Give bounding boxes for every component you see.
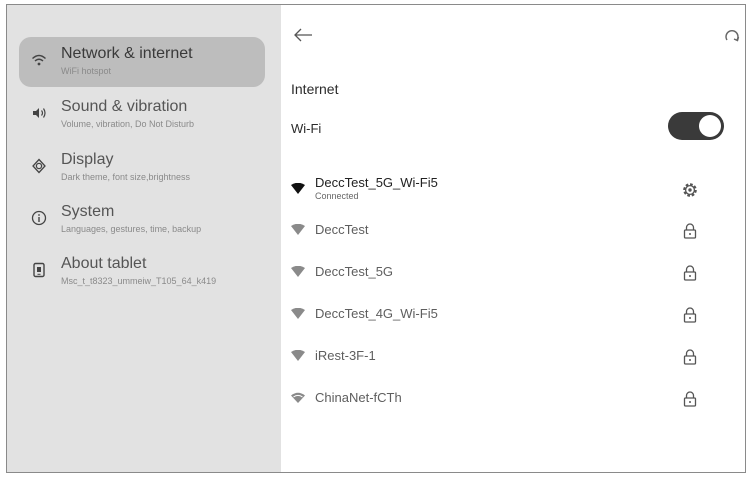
page-title: Internet bbox=[291, 81, 339, 97]
network-name: DeccTest bbox=[315, 222, 369, 237]
internet-panel: Internet Wi-Fi DeccTest_5G_Wi-Fi5 Connec… bbox=[281, 5, 745, 472]
sidebar-item-title: About tablet bbox=[61, 255, 147, 272]
network-row[interactable]: DeccTest_5G bbox=[291, 258, 731, 288]
network-row[interactable]: DeccTest bbox=[291, 216, 731, 246]
refresh-icon[interactable] bbox=[723, 27, 741, 45]
lock-icon bbox=[681, 306, 699, 324]
wifi-toggle[interactable] bbox=[668, 112, 724, 140]
network-name: DeccTest_5G bbox=[315, 264, 394, 279]
sidebar-item-sound[interactable]: Sound & vibration Volume, vibration, Do … bbox=[19, 90, 265, 140]
sidebar-item-subtitle: Dark theme, font size,brightness bbox=[61, 172, 191, 182]
lock-icon bbox=[681, 348, 699, 366]
network-name: ChinaNet-fCTh bbox=[315, 390, 402, 405]
volume-icon bbox=[31, 105, 47, 121]
sidebar-item-network[interactable]: Network & internet WiFi hotspot bbox=[19, 37, 265, 87]
wifi-signal-icon bbox=[291, 266, 305, 278]
sidebar-item-about[interactable]: About tablet Msc_t_t8323_ummeiw_T105_64_… bbox=[19, 247, 265, 297]
sidebar-item-title: Display bbox=[61, 151, 114, 168]
lock-icon bbox=[681, 222, 699, 240]
display-icon bbox=[31, 158, 47, 174]
lock-icon bbox=[681, 264, 699, 282]
wifi-signal-icon bbox=[291, 392, 305, 404]
wifi-signal-icon bbox=[291, 308, 305, 320]
sidebar-item-title: System bbox=[61, 203, 115, 220]
sidebar-item-display[interactable]: Display Dark theme, font size,brightness bbox=[19, 143, 265, 193]
network-row[interactable]: ChinaNet-fCTh bbox=[291, 384, 731, 414]
sidebar-item-subtitle: Languages, gestures, time, backup bbox=[61, 224, 202, 234]
sidebar-item-subtitle: Msc_t_t8323_ummeiw_T105_64_k419 bbox=[61, 276, 217, 286]
sidebar-item-title: Network & internet bbox=[61, 45, 193, 62]
network-row[interactable]: iRest-3F-1 bbox=[291, 342, 731, 372]
wifi-signal-icon bbox=[291, 350, 305, 362]
sidebar-item-title: Sound & vibration bbox=[61, 98, 188, 115]
back-arrow-icon[interactable] bbox=[293, 27, 313, 43]
toggle-knob bbox=[699, 115, 721, 137]
lock-icon bbox=[681, 390, 699, 408]
sidebar-item-subtitle: WiFi hotspot bbox=[61, 66, 112, 76]
wifi-toggle-label: Wi-Fi bbox=[291, 121, 322, 136]
network-row[interactable]: DeccTest_5G_Wi-Fi5 Connected bbox=[291, 175, 731, 205]
network-row[interactable]: DeccTest_4G_Wi-Fi5 bbox=[291, 300, 731, 330]
wifi-icon bbox=[31, 52, 47, 68]
settings-window: Network & internet WiFi hotspot Sound & … bbox=[6, 4, 746, 473]
network-status: Connected bbox=[315, 191, 359, 201]
sidebar-item-system[interactable]: System Languages, gestures, time, backup bbox=[19, 195, 265, 245]
tablet-icon bbox=[31, 262, 47, 278]
wifi-signal-icon bbox=[291, 183, 305, 195]
info-icon bbox=[31, 210, 47, 226]
network-name: DeccTest_4G_Wi-Fi5 bbox=[315, 306, 438, 321]
network-name: DeccTest_5G_Wi-Fi5 bbox=[315, 175, 438, 190]
network-name: iRest-3F-1 bbox=[315, 348, 376, 363]
gear-icon[interactable] bbox=[681, 181, 699, 199]
sidebar-item-subtitle: Volume, vibration, Do Not Disturb bbox=[61, 119, 195, 129]
wifi-signal-icon bbox=[291, 224, 305, 236]
settings-sidebar: Network & internet WiFi hotspot Sound & … bbox=[7, 5, 281, 472]
